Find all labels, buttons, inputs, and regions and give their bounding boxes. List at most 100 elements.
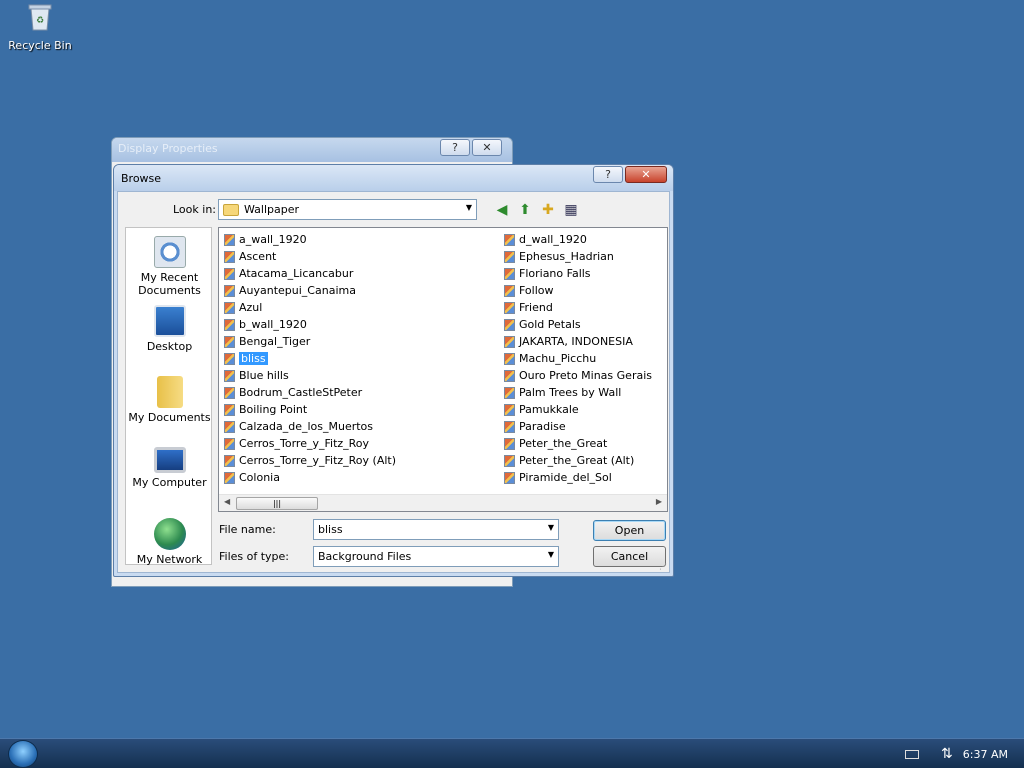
- file-item[interactable]: Atacama_Licancabur: [221, 265, 396, 282]
- place-label: My Network: [136, 553, 203, 566]
- file-item[interactable]: Auyantepui_Canaima: [221, 282, 396, 299]
- place-desktop[interactable]: Desktop: [126, 305, 213, 353]
- file-item[interactable]: Cerros_Torre_y_Fitz_Roy (Alt): [221, 452, 396, 469]
- file-item[interactable]: Ephesus_Hadrian: [501, 248, 652, 265]
- file-name: Peter_the_Great: [519, 437, 608, 450]
- file-item[interactable]: Gold Petals: [501, 316, 652, 333]
- horizontal-scrollbar[interactable]: ◀ ||| ▶: [219, 494, 667, 511]
- svg-text:♻: ♻: [36, 16, 44, 26]
- file-item[interactable]: Friend: [501, 299, 652, 316]
- file-column-2: d_wall_1920 Ephesus_Hadrian Floriano Falls…: [501, 231, 652, 486]
- help-icon[interactable]: ?: [440, 139, 470, 156]
- file-item[interactable]: Cerros_Torre_y_Fitz_Roy: [221, 435, 396, 452]
- file-item[interactable]: Peter_the_Great (Alt): [501, 452, 652, 469]
- file-column-1: a_wall_1920 Ascent Atacama_Licancabur Auyan…: [221, 231, 396, 486]
- file-item[interactable]: Floriano Falls: [501, 265, 652, 282]
- image-file-icon: [224, 454, 235, 467]
- file-name: Blue hills: [239, 369, 289, 382]
- recent-documents-icon: [153, 236, 186, 268]
- file-name: Piramide_del_Sol: [519, 471, 612, 484]
- image-file-icon: [224, 403, 235, 416]
- places-bar: My Recent Documents Desktop My Documents…: [125, 227, 213, 566]
- file-item[interactable]: Ascent: [221, 248, 396, 265]
- network-icon[interactable]: ⇅: [941, 746, 953, 762]
- views-menu-icon[interactable]: ▦: [562, 201, 580, 219]
- back-icon[interactable]: ◀: [493, 201, 511, 219]
- file-item[interactable]: Ouro Preto Minas Gerais: [501, 367, 652, 384]
- file-type-label: Files of type:: [219, 550, 290, 563]
- image-file-icon: [504, 369, 515, 382]
- image-file-icon: [224, 420, 235, 433]
- open-button[interactable]: Open: [593, 520, 666, 541]
- close-button[interactable]: ✕: [625, 166, 667, 183]
- recycle-bin-label: Recycle Bin: [8, 39, 72, 52]
- file-type-dropdown[interactable]: Background Files ▼: [313, 546, 559, 567]
- file-item[interactable]: Bengal_Tiger: [221, 333, 396, 350]
- image-file-icon: [504, 250, 515, 263]
- dialog-client: Look in: Wallpaper ▼ ◀ ⬆ ✚ ▦ My Recent D…: [117, 191, 670, 573]
- file-item[interactable]: Peter_the_Great: [501, 435, 652, 452]
- file-item[interactable]: Paradise: [501, 418, 652, 435]
- file-item[interactable]: Azul: [221, 299, 396, 316]
- close-icon[interactable]: ✕: [472, 139, 502, 156]
- file-item[interactable]: JAKARTA, INDONESIA: [501, 333, 652, 350]
- file-name: Calzada_de_los_Muertos: [239, 420, 374, 433]
- file-item[interactable]: Colonia: [221, 469, 396, 486]
- place-my-computer[interactable]: My Computer: [126, 447, 213, 489]
- place-my-documents[interactable]: My Documents: [126, 376, 213, 424]
- image-file-icon: [504, 386, 515, 399]
- file-item[interactable]: d_wall_1920: [501, 231, 652, 248]
- chevron-down-icon[interactable]: ▼: [548, 523, 554, 532]
- help-button[interactable]: ?: [593, 166, 623, 183]
- chevron-down-icon: ▼: [465, 203, 472, 212]
- file-name: b_wall_1920: [239, 318, 307, 331]
- documents-folder-icon: [156, 376, 183, 408]
- image-file-icon: [504, 335, 515, 348]
- cancel-button[interactable]: Cancel: [593, 546, 666, 567]
- new-folder-icon[interactable]: ✚: [539, 201, 557, 219]
- file-item[interactable]: Boiling Point: [221, 401, 396, 418]
- file-item[interactable]: Piramide_del_Sol: [501, 469, 652, 486]
- scroll-right-icon[interactable]: ▶: [656, 497, 662, 506]
- file-name: Paradise: [519, 420, 566, 433]
- file-item[interactable]: Bodrum_CastleStPeter: [221, 384, 396, 401]
- file-name-input[interactable]: bliss ▼: [313, 519, 559, 540]
- look-in-dropdown[interactable]: Wallpaper ▼: [218, 199, 477, 220]
- browse-dialog: Browse ? ✕ Look in: Wallpaper ▼ ◀ ⬆ ✚ ▦ …: [113, 164, 674, 577]
- clock[interactable]: 6:37 AM: [963, 748, 1008, 761]
- file-item[interactable]: Machu_Picchu: [501, 350, 652, 367]
- image-file-icon: [224, 369, 235, 382]
- start-button[interactable]: [8, 740, 38, 768]
- image-file-icon: [504, 403, 515, 416]
- place-label: My Computer: [132, 476, 207, 489]
- place-my-recent-documents[interactable]: My Recent Documents: [126, 236, 213, 297]
- scroll-left-icon[interactable]: ◀: [224, 497, 230, 506]
- image-file-icon: [504, 352, 515, 365]
- file-item[interactable]: b_wall_1920: [221, 316, 396, 333]
- file-item[interactable]: Palm Trees by Wall: [501, 384, 652, 401]
- image-file-icon: [224, 250, 235, 263]
- file-name: JAKARTA, INDONESIA: [519, 335, 633, 348]
- image-file-icon: [224, 267, 235, 280]
- file-item[interactable]: Blue hills: [221, 367, 396, 384]
- file-item[interactable]: Pamukkale: [501, 401, 652, 418]
- place-my-network[interactable]: My Network: [126, 518, 213, 566]
- image-file-icon: [224, 335, 235, 348]
- up-folder-icon[interactable]: ⬆: [516, 201, 534, 219]
- file-name: Cerros_Torre_y_Fitz_Roy: [239, 437, 370, 450]
- image-file-icon: [504, 471, 515, 484]
- scroll-thumb[interactable]: |||: [236, 497, 318, 510]
- recycle-bin[interactable]: ♻ Recycle Bin: [8, 2, 72, 52]
- file-name: Bodrum_CastleStPeter: [239, 386, 363, 399]
- file-item[interactable]: bliss: [221, 350, 396, 367]
- file-item[interactable]: a_wall_1920: [221, 231, 396, 248]
- image-file-icon: [504, 454, 515, 467]
- file-name-value: bliss: [318, 523, 343, 536]
- file-item[interactable]: Calzada_de_los_Muertos: [221, 418, 396, 435]
- file-name: Boiling Point: [239, 403, 308, 416]
- resize-grip-icon[interactable]: ⋰: [659, 562, 667, 571]
- browse-dialog-title: Browse: [114, 165, 673, 191]
- file-item[interactable]: Follow: [501, 282, 652, 299]
- keyboard-icon[interactable]: [905, 749, 920, 759]
- image-file-icon: [504, 318, 515, 331]
